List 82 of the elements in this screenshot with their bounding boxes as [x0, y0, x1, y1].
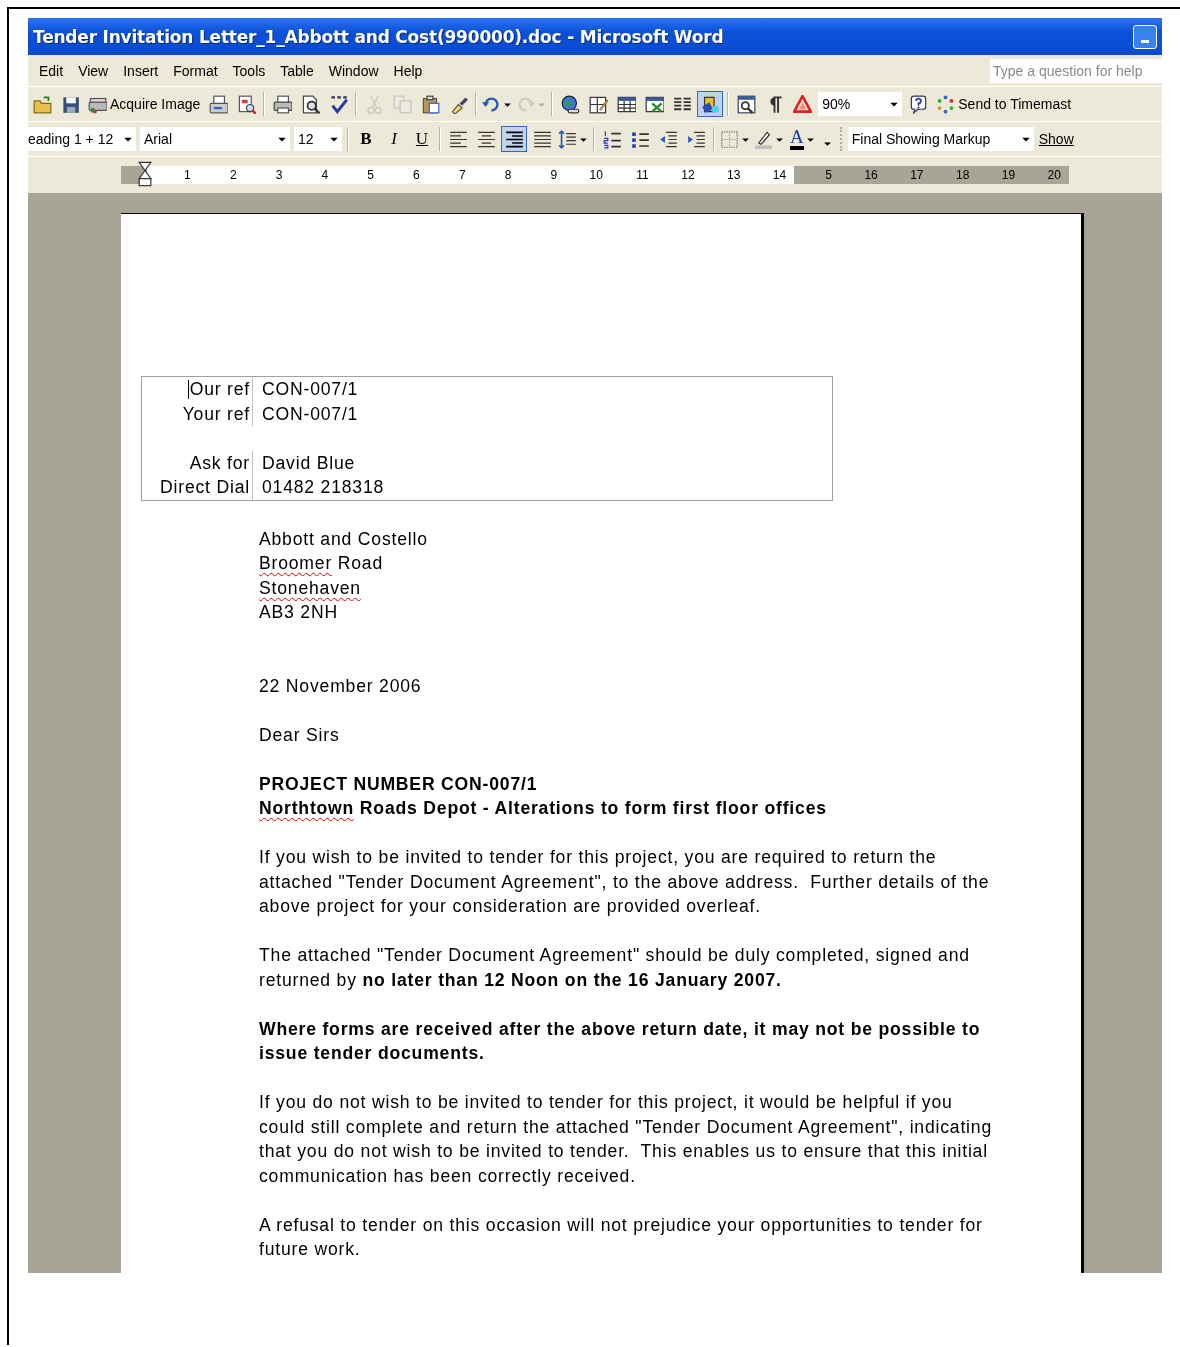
ruler-number: 20 — [1023, 166, 1069, 184]
increase-indent-icon — [686, 129, 706, 149]
address-line: Stonehaven — [259, 576, 362, 600]
font-dropdown[interactable]: Arial — [140, 127, 290, 151]
table-icon — [616, 94, 636, 114]
highlighter-icon — [754, 129, 773, 149]
window-title: Tender Invitation Letter_1_Abbott and Cost(990000).doc - Microsoft Word — [33, 26, 725, 47]
undo-icon — [482, 94, 502, 114]
minimize-button[interactable] — [1133, 24, 1157, 49]
menu-item[interactable]: Table — [275, 62, 319, 79]
letter-heading: Northtown Roads Depot - Alterations to form first floor offices — [259, 797, 828, 820]
reference-value: CON-007/1 — [261, 378, 359, 401]
letter-paragraph: If you do not wish to be invited to tender for this project, it would be helpful if you could still complete and return the attached "Tender Document Agreement", indicating that you do not wish to be invited to tender. This enables us to ensure that this initial communication has been correctly received. — [259, 1091, 993, 1188]
menu-item[interactable]: Window — [323, 62, 384, 79]
reference-label: Our ref — [142, 377, 253, 402]
bulleted-list-icon — [630, 129, 650, 149]
spelling-check-icon — [328, 94, 348, 114]
globe-link-icon — [560, 94, 580, 114]
scissors-icon — [364, 94, 384, 114]
letter-heading: PROJECT NUMBER CON-007/1 — [259, 772, 539, 796]
line-spacing-icon — [558, 129, 577, 149]
letter-paragraph: A refusal to tender on this occasion will not prejudice your opportunities to tender for future work. — [259, 1213, 984, 1261]
table-pencil-icon — [588, 94, 608, 114]
align-left-icon — [448, 129, 468, 149]
menu-item[interactable]: View — [73, 62, 114, 79]
ruler-number: 16 — [839, 166, 886, 184]
pdf-icon — [792, 94, 812, 114]
page-magnifier-icon — [236, 94, 256, 114]
reference-value: CON-007/1 — [261, 402, 359, 426]
menu-item[interactable]: Insert — [118, 62, 164, 79]
redo-icon — [516, 94, 536, 114]
letter-date: 22 November 2006 — [259, 674, 423, 698]
salutation: Dear Sirs — [259, 723, 341, 747]
ruler-number: 18 — [931, 166, 978, 184]
document-map-icon — [736, 94, 756, 114]
ruler-number: 17 — [885, 166, 932, 184]
decrease-indent-icon — [658, 129, 678, 149]
reference-value: David Blue — [261, 451, 356, 475]
address-line: Broomer Road — [259, 552, 385, 575]
ruler-number: 5 — [794, 166, 840, 184]
address-line: AB3 2NH — [259, 601, 339, 624]
paste-icon — [420, 94, 440, 114]
align-justify-icon — [532, 129, 552, 149]
bold-button[interactable]: B — [353, 126, 379, 152]
help-icon — [908, 94, 928, 114]
letter-paragraph: Where forms are received after the above return date, it may not be possible to issue tender documents. — [259, 1017, 982, 1065]
help-search-field[interactable]: Type a question for help — [990, 58, 1162, 83]
reference-label: Your ref — [142, 401, 253, 426]
show-menu-button[interactable]: Show — [1035, 131, 1077, 147]
address-line: Abbott and Costello — [259, 527, 429, 551]
align-right-button[interactable] — [501, 126, 527, 152]
reference-value: 01482 218318 — [261, 476, 385, 499]
menu-item[interactable]: Format — [168, 62, 223, 79]
font-size-dropdown[interactable]: 12 — [294, 127, 342, 151]
ruler-number: 19 — [977, 166, 1024, 184]
menu-item[interactable]: Tools — [227, 62, 271, 79]
spreadsheet-icon — [644, 94, 664, 114]
zoom-dropdown[interactable]: 90% — [818, 92, 903, 116]
borders-icon — [720, 129, 739, 149]
reference-label: Ask for — [142, 450, 253, 475]
style-dropdown[interactable]: eading 1 + 12 — [28, 127, 136, 151]
copy-icon — [392, 94, 412, 114]
letter-paragraph: The attached "Tender Document Agreement" should be duly completed, signed and returned by no later than 12 Noon on the 16 January 2007. — [259, 944, 971, 992]
circle-of-dots-icon — [936, 94, 956, 114]
align-center-icon — [476, 129, 496, 149]
underline-button[interactable]: U — [409, 126, 435, 152]
send-button[interactable]: Send to Timemast — [933, 91, 1075, 117]
menu-item[interactable]: Help — [388, 62, 428, 79]
font-color-button[interactable]: A — [787, 126, 818, 152]
indent-marker-icon[interactable] — [138, 160, 152, 188]
numbered-list-icon — [602, 129, 622, 149]
letter-paragraph: If you wish to be invited to tender for this project, you are required to return the attached "Tender Document Agreement", to the above address. Further details of the above project for your consideration are provided overleaf. — [259, 846, 991, 918]
folder-icon — [32, 94, 52, 114]
menu-item[interactable]: Edit — [34, 62, 69, 79]
align-right-icon — [504, 129, 524, 149]
save-icon — [60, 94, 80, 114]
print-preview-icon — [300, 94, 320, 114]
printer-icon — [272, 94, 292, 114]
markup-dropdown[interactable]: Final Showing Markup — [847, 127, 1034, 151]
scan-button[interactable]: Acquire Image — [85, 91, 204, 117]
reference-label: Direct Dial — [142, 475, 253, 500]
italic-button[interactable]: I — [381, 126, 407, 152]
